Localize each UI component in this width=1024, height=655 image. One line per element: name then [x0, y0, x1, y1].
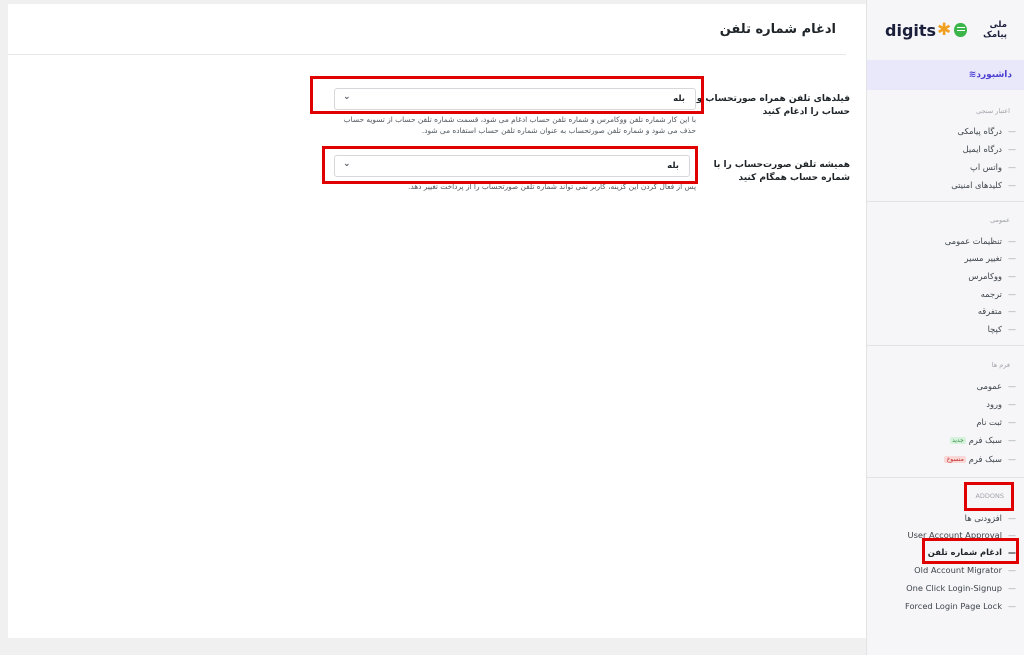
section-heading: فرم ها	[991, 361, 1010, 369]
page-title: ادغام شماره تلفن	[719, 22, 836, 37]
sync-billing-phone-label: همیشه تلفن صورت‌حساب را با شماره حساب هم…	[713, 160, 850, 183]
dash-icon: —	[1008, 454, 1016, 464]
sidebar-item-label: تنظیمات عمومی	[944, 236, 1002, 246]
section-divider	[867, 477, 1024, 478]
sidebar-item-forced-login-lock[interactable]: — Forced Login Page Lock	[905, 599, 1016, 613]
deprecated-badge: منسوخ	[944, 455, 966, 463]
merge-phone-fields-select[interactable]: بله ⌄	[334, 88, 696, 110]
sidebar-item-label: داشبورد	[976, 70, 1012, 80]
section-heading: ADDONS	[975, 492, 1004, 500]
dash-icon: —	[1008, 236, 1016, 246]
sidebar-item-phone-merge[interactable]: — ادغام شماره تلفن	[928, 545, 1016, 559]
sidebar-item-label: Old Account Migrator	[914, 565, 1002, 575]
dash-icon: —	[1008, 583, 1016, 593]
chat-bubble-icon	[954, 23, 967, 37]
dash-icon: —	[1008, 253, 1016, 263]
dash-icon: —	[1008, 435, 1016, 445]
dash-icon: —	[1008, 144, 1016, 154]
sidebar-item-label: واتس اپ	[970, 162, 1002, 172]
sidebar-item-label: Forced Login Page Lock	[904, 601, 1002, 611]
sidebar-item-label: سبک فرم	[968, 435, 1002, 445]
merge-phone-fields-value: بله	[673, 94, 685, 104]
sidebar-item-whatsapp[interactable]: — واتس اپ	[970, 160, 1016, 174]
sidebar-item-label: کلیدهای امنیتی	[951, 180, 1002, 190]
merge-phone-fields-description: با این کار شماره تلفن ووکامرس و شماره تل…	[343, 115, 696, 135]
sidebar: digits ✱ ملی پیامک داشبورد ≋ اعتبار سنجی…	[866, 0, 1024, 655]
chevron-down-icon: ⌄	[343, 159, 351, 169]
sidebar-item-form-style-deprecated[interactable]: — سبک فرم منسوخ	[944, 452, 1016, 466]
dash-icon: —	[1008, 306, 1016, 316]
section-heading: عمومی	[990, 216, 1010, 224]
dash-icon: —	[1008, 381, 1016, 391]
sidebar-item-woocommerce[interactable]: — ووکامرس	[968, 269, 1016, 283]
sidebar-item-form-style-new[interactable]: — سبک فرم جدید	[950, 433, 1016, 447]
sidebar-item-label: تغییر مسیر	[964, 253, 1002, 263]
sidebar-item-label: عمومی	[976, 381, 1002, 391]
sidebar-item-label: One Click Login-Signup	[906, 583, 1002, 593]
sidebar-item-label: افزودنی ها	[964, 513, 1002, 523]
sidebar-item-user-account-approval[interactable]: — User Account Approval	[908, 528, 1017, 542]
dash-icon: —	[1008, 565, 1016, 575]
sidebar-item-login[interactable]: — ورود	[986, 397, 1016, 411]
sidebar-item-label: ادغام شماره تلفن	[927, 547, 1002, 557]
section-divider	[867, 345, 1024, 346]
sidebar-item-label: درگاه پیامکی	[957, 126, 1002, 136]
dash-icon: —	[1008, 180, 1016, 190]
main-content: ادغام شماره تلفن فیلدهای تلفن همراه صورت…	[8, 4, 866, 638]
dash-icon: —	[1008, 399, 1016, 409]
sidebar-item-addons[interactable]: — افزودنی ها	[965, 511, 1016, 525]
sidebar-item-label: درگاه ایمیل	[962, 144, 1002, 154]
dash-icon: —	[1008, 530, 1016, 540]
sidebar-item-captcha[interactable]: — کپچا	[988, 322, 1016, 336]
dash-icon: —	[1008, 324, 1016, 334]
sidebar-item-label: ثبت نام	[976, 417, 1002, 427]
sidebar-item-sms-gateway[interactable]: — درگاه پیامکی	[958, 124, 1016, 138]
sidebar-item-redirect[interactable]: — تغییر مسیر	[965, 251, 1016, 265]
dash-icon: —	[1008, 271, 1016, 281]
sync-billing-phone-select[interactable]: بله ⌄	[334, 155, 690, 177]
sidebar-item-old-account-migrator[interactable]: — Old Account Migrator	[914, 563, 1016, 577]
sync-billing-phone-value: بله	[667, 161, 679, 171]
sidebar-item-label: ورود	[986, 399, 1002, 409]
sidebar-item-label: ووکامرس	[968, 271, 1002, 281]
dash-icon: —	[1008, 162, 1016, 172]
sidebar-item-security-keys[interactable]: — کلیدهای امنیتی	[951, 178, 1016, 192]
sidebar-item-email-gateway[interactable]: — درگاه ایمیل	[963, 142, 1016, 156]
dash-icon: —	[1008, 601, 1016, 611]
sidebar-item-label: کپچا	[987, 324, 1002, 334]
sidebar-item-forms-general[interactable]: — عمومی	[977, 379, 1016, 393]
dash-icon: —	[1008, 513, 1016, 523]
digits-logo: digits ✱ ملی پیامک	[885, 16, 1007, 44]
sidebar-item-label: ترجمه	[980, 289, 1002, 299]
sidebar-item-label: سبک فرم	[968, 454, 1002, 464]
sidebar-item-dashboard[interactable]: داشبورد ≋	[867, 60, 1024, 90]
sidebar-item-label: متفرقه	[977, 306, 1002, 316]
sidebar-item-one-click-login[interactable]: — One Click Login-Signup	[906, 581, 1016, 595]
sidebar-item-misc[interactable]: — متفرقه	[978, 304, 1016, 318]
logo-wordmark: digits	[885, 20, 937, 40]
pulse-icon: ≋	[968, 70, 977, 80]
dash-icon: —	[1008, 289, 1016, 299]
chevron-down-icon: ⌄	[343, 92, 351, 102]
dash-icon: —	[1008, 126, 1016, 136]
sync-billing-phone-description: پس از فعال کردن این گزینه، کاربر نمی توا…	[408, 182, 696, 191]
star-icon: ✱	[937, 20, 952, 40]
dash-icon: —	[1008, 417, 1016, 427]
partner-logo-text: ملی پیامک	[983, 20, 1007, 40]
sidebar-item-translation[interactable]: — ترجمه	[981, 287, 1016, 301]
section-divider	[867, 201, 1024, 202]
sidebar-item-general-settings[interactable]: — تنظیمات عمومی	[945, 234, 1016, 248]
dash-icon: —	[1008, 547, 1016, 557]
title-divider	[8, 54, 846, 55]
section-heading: اعتبار سنجی	[976, 107, 1010, 115]
merge-phone-fields-label: فیلدهای تلفن همراه صورتحساب و حساب را اد…	[696, 94, 850, 117]
sidebar-item-signup[interactable]: — ثبت نام	[976, 415, 1016, 429]
new-badge: جدید	[950, 436, 966, 444]
sidebar-item-label: User Account Approval	[907, 530, 1003, 540]
